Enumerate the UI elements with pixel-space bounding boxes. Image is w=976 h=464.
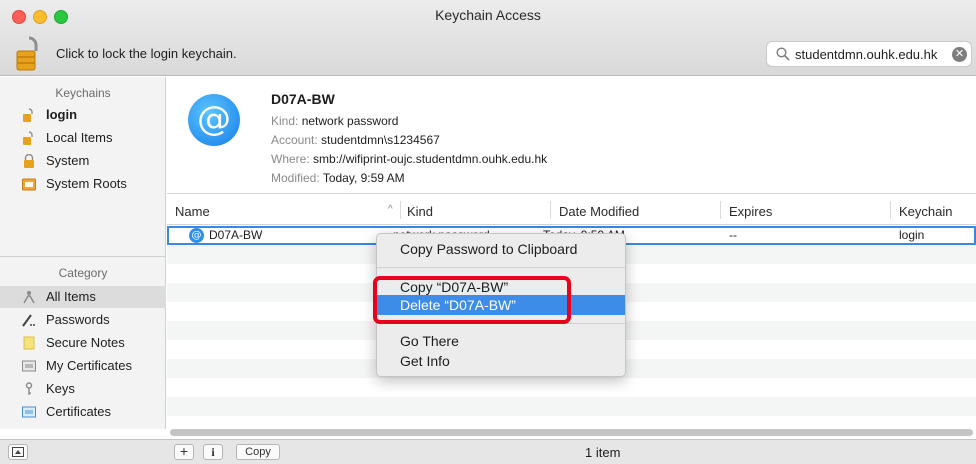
column-header-name[interactable]: Name [175,204,210,219]
menu-item-copy-password[interactable]: Copy Password to Clipboard [377,239,625,259]
key-icon [25,382,33,395]
network-password-icon: @ [188,94,240,146]
cell-name: D07A-BW [209,228,263,242]
sidebar-item-label: Certificates [46,404,112,419]
where-key: Where: [271,152,310,166]
detail-modified: Modified: Today, 9:59 AM [271,171,405,185]
modified-value: Today, 9:59 AM [322,171,405,185]
sidebar-divider[interactable] [0,256,166,257]
sidebar-item-certificates[interactable]: Certificates [0,401,166,423]
column-divider[interactable] [720,201,721,219]
annotation-highlight-box [373,276,571,324]
sidebar-item-local-items[interactable]: Local Items [0,127,166,149]
search-input[interactable]: studentdmn.ouhk.edu.hk [795,47,937,62]
get-info-button[interactable]: i [203,444,223,460]
sidebar-item-label: Passwords [46,312,110,327]
bottom-bar: + i Copy 1 item [0,439,976,464]
sidebar-item-label: Local Items [46,130,113,145]
table-header: Name ^ Kind Date Modified Expires Keycha… [167,195,976,225]
sort-ascending-icon: ^ [388,204,393,215]
detail-title: D07A-BW [271,91,335,107]
sidebar-item-keys[interactable]: Keys [0,378,166,400]
sidebar-item-my-certificates[interactable]: My Certificates [0,355,166,377]
menu-item-get-info[interactable]: Get Info [377,351,625,371]
menu-separator [377,267,625,268]
sidebar-item-secure-notes[interactable]: Secure Notes [0,332,166,354]
search-icon [776,47,790,61]
cell-keychain: login [899,228,925,242]
network-password-icon: @ [189,228,204,243]
item-count-status: 1 item [585,445,621,460]
lock-icon [24,154,34,168]
column-header-kind[interactable]: Kind [407,204,433,219]
modified-key: Modified: [271,171,320,185]
window-title: Keychain Access [435,7,541,23]
sidebar-item-label: My Certificates [46,358,132,373]
window-titlebar: Keychain Access Click to lock the login … [0,0,976,76]
sidebar-item-label: Keys [46,381,75,396]
sidebar-item-label: login [46,107,78,122]
sidebar-item-label: System Roots [46,176,127,191]
certificate-icon [22,360,36,372]
item-detail-panel: @ D07A-BW Kind: network password Account… [167,77,976,194]
sidebar-item-label: System [46,153,90,168]
folder-icon [22,178,36,191]
column-divider[interactable] [550,201,551,219]
sidebar-item-system-roots[interactable]: System Roots [0,173,166,195]
search-field[interactable]: studentdmn.ouhk.edu.hk ✕ [766,41,972,67]
clear-search-icon[interactable]: ✕ [952,47,967,62]
keychains-header: Keychains [55,86,111,100]
lock-keychain-button[interactable] [14,34,44,72]
cell-expires: -- [729,228,737,242]
toggle-sidebar-button[interactable] [8,444,28,460]
column-header-date-modified[interactable]: Date Modified [559,204,639,219]
kind-value: network password [301,114,399,128]
certificate-icon [22,406,36,418]
account-key: Account: [271,133,318,147]
pen-dots-icon [22,314,35,327]
sidebar-item-all-items[interactable]: All Items [0,286,166,308]
horizontal-scrollbar[interactable] [170,429,973,436]
open-padlock-icon [16,36,38,71]
sidebar-item-system[interactable]: System [0,150,166,172]
add-item-button[interactable]: + [174,444,194,460]
sidebar-item-passwords[interactable]: Passwords [0,309,166,331]
column-header-keychain[interactable]: Keychain [899,204,952,219]
lock-icon [23,131,33,145]
people-icon [23,291,35,304]
detail-account: Account: studentdmn\s1234567 [271,133,440,147]
column-divider[interactable] [400,201,401,219]
open-lock-icon [23,108,33,122]
sidebar-toggle-icon [12,447,24,457]
category-header: Category [58,266,108,280]
sidebar-item-label: All Items [46,289,96,304]
sidebar-item-label: Secure Notes [46,335,125,350]
where-value: smb://wifiprint-oujc.studentdmn.ouhk.edu… [313,152,548,166]
note-icon [23,336,35,350]
sidebar: Keychains login Local Items System Syste… [0,77,166,429]
column-divider[interactable] [890,201,891,219]
account-value: studentdmn\s1234567 [321,133,440,147]
copy-button[interactable]: Copy [236,444,280,460]
lock-status-label: Click to lock the login keychain. [56,46,237,61]
empty-row [167,397,976,416]
detail-where: Where: smb://wifiprint-oujc.studentdmn.o… [271,152,547,166]
kind-key: Kind: [271,114,299,128]
menu-item-go-there[interactable]: Go There [377,331,625,351]
sidebar-item-login[interactable]: login [0,104,166,126]
detail-kind: Kind: network password [271,114,398,128]
column-header-expires[interactable]: Expires [729,204,772,219]
